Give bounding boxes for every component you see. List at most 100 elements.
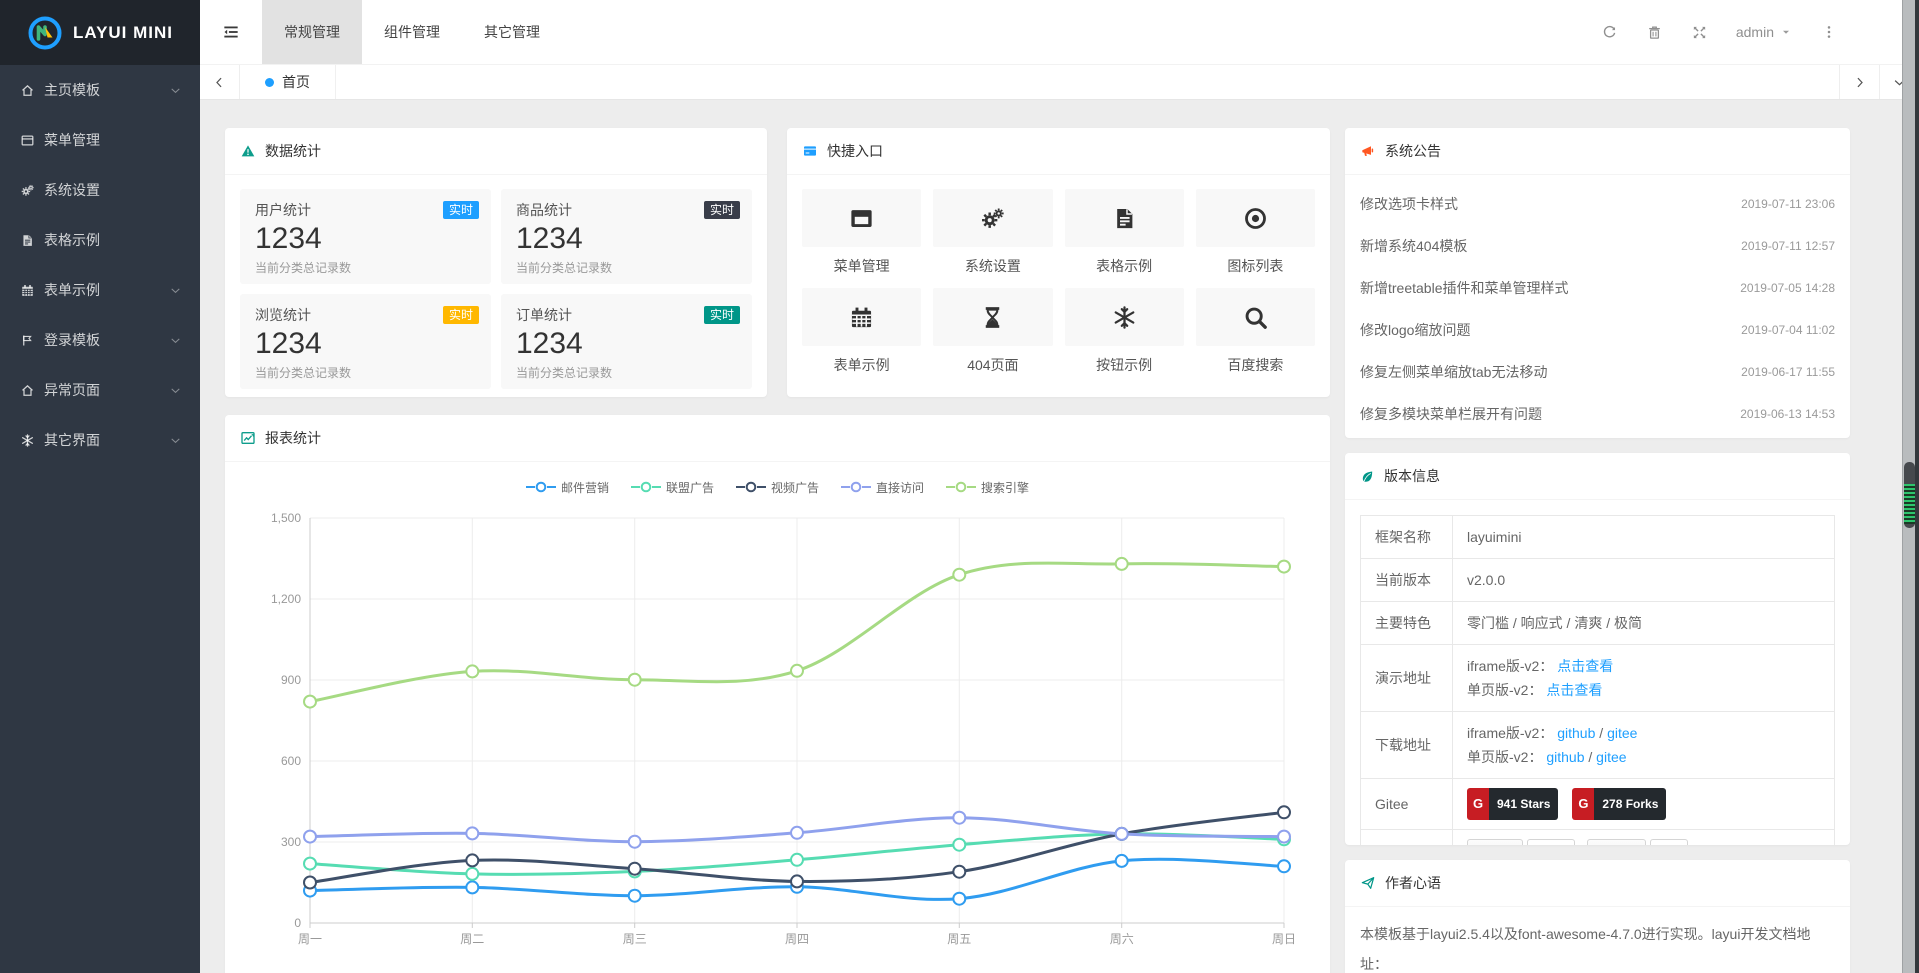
link-点击查看[interactable]: 点击查看 xyxy=(1546,682,1602,698)
quick-entry-baidu-search[interactable]: 百度搜索 xyxy=(1196,288,1315,375)
gitee-badge[interactable]: G278 Forks xyxy=(1572,788,1666,820)
menu-toggle-button[interactable] xyxy=(200,0,262,64)
quick-tile xyxy=(933,288,1052,346)
stat-card-0: 用户统计1234当前分类总记录数实时 xyxy=(240,189,491,284)
sidebar-item-other-ui[interactable]: 其它界面 xyxy=(0,415,200,465)
panel-title: 作者心语 xyxy=(1385,873,1441,893)
link-gitee[interactable]: gitee xyxy=(1607,725,1637,741)
logo-title: LAYUI MINI xyxy=(73,23,173,43)
warning-triangle-icon xyxy=(240,143,256,159)
stat-desc: 当前分类总记录数 xyxy=(255,364,476,381)
tab-bar: 首页 xyxy=(200,65,1919,100)
legend-item[interactable]: 搜索引擎 xyxy=(946,479,1029,496)
legend-marker-icon xyxy=(841,481,871,493)
github-star-widget[interactable]: Star1,419 xyxy=(1467,839,1575,845)
quick-tile xyxy=(802,189,921,247)
realtime-badge: 实时 xyxy=(704,201,740,219)
line-chart: 03006009001,2001,500周一周二周三周四周五周六周日 xyxy=(225,497,1330,959)
user-dropdown[interactable]: admin xyxy=(1722,0,1806,64)
page-scrollbar[interactable] xyxy=(1902,0,1919,973)
svg-text:周六: 周六 xyxy=(1110,932,1134,946)
quick-entry-system-setting[interactable]: 系统设置 xyxy=(933,189,1052,276)
link-点击查看[interactable]: 点击查看 xyxy=(1557,658,1613,674)
logo-icon xyxy=(27,15,63,51)
notice-row[interactable]: 新增系统404模板2019-07-11 12:57 xyxy=(1360,225,1835,267)
github-fork-widget[interactable]: Fork440 xyxy=(1587,839,1688,845)
sidebar-item-home-template[interactable]: 主页模板 xyxy=(0,65,200,115)
legend-label: 搜索引擎 xyxy=(981,479,1029,496)
module-tab-2[interactable]: 其它管理 xyxy=(462,0,562,64)
username: admin xyxy=(1736,24,1774,40)
sidebar-item-system-setting[interactable]: 系统设置 xyxy=(0,165,200,215)
link-gitee[interactable]: gitee xyxy=(1596,749,1626,765)
more-menu-button[interactable] xyxy=(1806,0,1851,64)
notice-row[interactable]: 修复左侧菜单缩放tab无法移动2019-06-17 11:55 xyxy=(1360,351,1835,393)
quick-entry-page-404[interactable]: 404页面 xyxy=(933,288,1052,375)
window-icon xyxy=(20,133,44,148)
sidebar-item-login-template[interactable]: 登录模板 xyxy=(0,315,200,365)
scrollbar-thumb[interactable] xyxy=(1904,462,1915,528)
panel-title: 快捷入口 xyxy=(827,141,883,161)
legend-item[interactable]: 视频广告 xyxy=(736,479,819,496)
sidebar-item-menu-manage[interactable]: 菜单管理 xyxy=(0,115,200,165)
quick-entry-menu-manage[interactable]: 菜单管理 xyxy=(802,189,921,276)
notice-row[interactable]: 修改选项卡样式2019-07-11 23:06 xyxy=(1360,183,1835,225)
legend-label: 直接访问 xyxy=(876,479,924,496)
notice-row[interactable]: 新增treetable插件和菜单管理样式2019-07-05 14:28 xyxy=(1360,267,1835,309)
stat-cards: 用户统计1234当前分类总记录数实时商品统计1234当前分类总记录数实时浏览统计… xyxy=(225,175,767,397)
legend-item[interactable]: 直接访问 xyxy=(841,479,924,496)
flag-icon xyxy=(20,333,44,348)
module-tab-0[interactable]: 常规管理 xyxy=(262,0,362,64)
link-github[interactable]: github xyxy=(1546,749,1584,765)
panel-system-notice: 系统公告 修改选项卡样式2019-07-11 23:06新增系统404模板201… xyxy=(1345,128,1850,438)
quick-label: 百度搜索 xyxy=(1196,355,1315,375)
module-tabs: 常规管理组件管理其它管理 xyxy=(262,0,562,64)
gears-icon xyxy=(979,205,1006,232)
gitee-badge[interactable]: G941 Stars xyxy=(1467,788,1558,820)
version-table: 框架名称layuimini当前版本v2.0.0主要特色零门槛 / 响应式 / 清… xyxy=(1360,515,1835,845)
refresh-button[interactable] xyxy=(1587,0,1632,64)
legend-item[interactable]: 联盟广告 xyxy=(631,479,714,496)
gears-icon xyxy=(20,183,44,198)
notice-row[interactable]: 修改logo缩放问题2019-07-04 11:02 xyxy=(1360,309,1835,351)
sidebar-item-form-demo[interactable]: 表单示例 xyxy=(0,265,200,315)
module-tab-1[interactable]: 组件管理 xyxy=(362,0,462,64)
sidebar-item-error-page[interactable]: 异常页面 xyxy=(0,365,200,415)
sidebar: LAYUI MINI 主页模板菜单管理系统设置表格示例表单示例登录模板异常页面其… xyxy=(0,0,200,973)
tabs-scroll-right-button[interactable] xyxy=(1839,65,1879,99)
quick-entry-form-demo[interactable]: 表单示例 xyxy=(802,288,921,375)
version-row: 框架名称layuimini xyxy=(1361,516,1835,559)
legend-marker-icon xyxy=(526,481,556,493)
tab-home[interactable]: 首页 xyxy=(240,65,336,99)
stat-card-1: 商品统计1234当前分类总记录数实时 xyxy=(501,189,752,284)
card-window-icon xyxy=(802,143,818,159)
notice-text: 修改选项卡样式 xyxy=(1360,194,1458,214)
notice-row[interactable]: 修复多模块菜单栏展开有问题2019-06-13 14:53 xyxy=(1360,393,1835,435)
fullscreen-button[interactable] xyxy=(1677,0,1722,64)
sidebar-item-label: 菜单管理 xyxy=(44,130,182,150)
right-column: 系统公告 修改选项卡样式2019-07-11 23:06新增系统404模板201… xyxy=(1345,128,1850,973)
panel-author-words: 作者心语 本模板基于layui2.5.4以及font-awesome-4.7.0… xyxy=(1345,860,1850,973)
trash-button[interactable] xyxy=(1632,0,1677,64)
stat-value: 1234 xyxy=(516,327,737,361)
sidebar-item-label: 系统设置 xyxy=(44,180,182,200)
quick-entry-table-demo[interactable]: 表格示例 xyxy=(1065,189,1184,276)
quick-entry-icon-list[interactable]: 图标列表 xyxy=(1196,189,1315,276)
realtime-badge: 实时 xyxy=(704,306,740,324)
tabs-scroll-left-button[interactable] xyxy=(200,65,240,99)
link-github[interactable]: github xyxy=(1557,725,1595,741)
sidebar-item-table-demo[interactable]: 表格示例 xyxy=(0,215,200,265)
search-icon xyxy=(1242,304,1269,331)
refresh-icon xyxy=(1601,24,1618,41)
stat-desc: 当前分类总记录数 xyxy=(516,364,737,381)
version-label: 主要特色 xyxy=(1361,602,1453,645)
quick-tile xyxy=(1196,189,1315,247)
quick-entry-button-demo[interactable]: 按钮示例 xyxy=(1065,288,1184,375)
stat-card-3: 订单统计1234当前分类总记录数实时 xyxy=(501,294,752,389)
github-count: 440 xyxy=(1650,839,1688,845)
panel-version-info: 版本信息 框架名称layuimini当前版本v2.0.0主要特色零门槛 / 响应… xyxy=(1345,453,1850,845)
notice-time: 2019-06-17 11:55 xyxy=(1741,365,1835,379)
calendar-icon xyxy=(848,304,875,331)
legend-item[interactable]: 邮件营销 xyxy=(526,479,609,496)
quick-tile xyxy=(1196,288,1315,346)
